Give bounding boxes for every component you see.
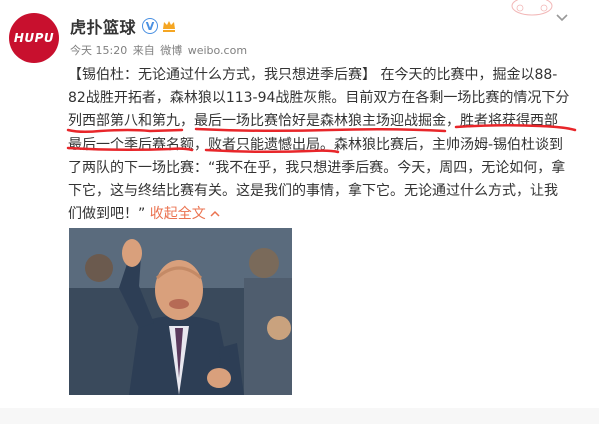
post-line: 下它，这与终结比赛有关。这是我们的事情，拿下它。无论通过什么方式，让我 <box>68 182 558 199</box>
post-line: 列西部第八和第九，最后一场比赛恰好是森林狼主场迎战掘金，胜者将获得西部 <box>68 113 558 130</box>
post-line: 【锡伯杜：无论通过什么方式，我只想进季后赛】 在今天的比赛中，掘金以88- <box>68 67 558 83</box>
post-line: 82战胜开拓者，森林狼以113-94战胜灰熊。目前双方在各剩一场比赛的情况下分 <box>68 90 570 107</box>
avatar-logo-text: HUPU <box>13 31 55 45</box>
post-line: 了两队的下一场比赛：“我不在乎，我只想进季后赛。今天，周四，无论如何，拿 <box>68 159 566 176</box>
chevron-down-icon[interactable] <box>555 12 569 22</box>
post-text: 【锡伯杜：无论通过什么方式，我只想进季后赛】 在今天的比赛中，掘金以88- 82… <box>68 64 578 226</box>
source-name[interactable]: 微博 <box>160 44 182 57</box>
post-line: 最后一个季后赛名额，败者只能遗憾出局。森林狼比赛后，主帅汤姆-锡伯杜谈到 <box>68 136 564 153</box>
weibo-post-card: HUPU 虎扑篮球 V 今天 15:20 来自 微博 weibo.com 【锡伯… <box>0 0 599 424</box>
vip-icon <box>163 21 176 32</box>
post-time[interactable]: 今天 15:20 <box>70 44 127 57</box>
watermark-stamp <box>511 0 553 16</box>
chevron-up-icon <box>210 211 220 217</box>
post-last-line: 们做到吧！” 收起全文 <box>68 203 578 226</box>
footer-strip <box>0 408 599 424</box>
source-domain: weibo.com <box>187 44 248 57</box>
name-row: 虎扑篮球 V <box>70 15 177 37</box>
source-prefix: 来自 <box>132 44 155 57</box>
post-meta: 今天 15:20 来自 微博 weibo.com <box>70 42 249 58</box>
post-photo[interactable] <box>69 228 292 395</box>
collapse-label: 收起全文 <box>149 206 206 223</box>
svg-text:V: V <box>146 20 155 33</box>
post-line: 们做到吧！” <box>68 206 146 223</box>
collapse-text-link[interactable]: 收起全文 <box>150 206 220 222</box>
verified-icon: V <box>142 18 159 34</box>
username[interactable]: 虎扑篮球 <box>70 14 136 38</box>
avatar[interactable]: HUPU <box>9 13 59 63</box>
